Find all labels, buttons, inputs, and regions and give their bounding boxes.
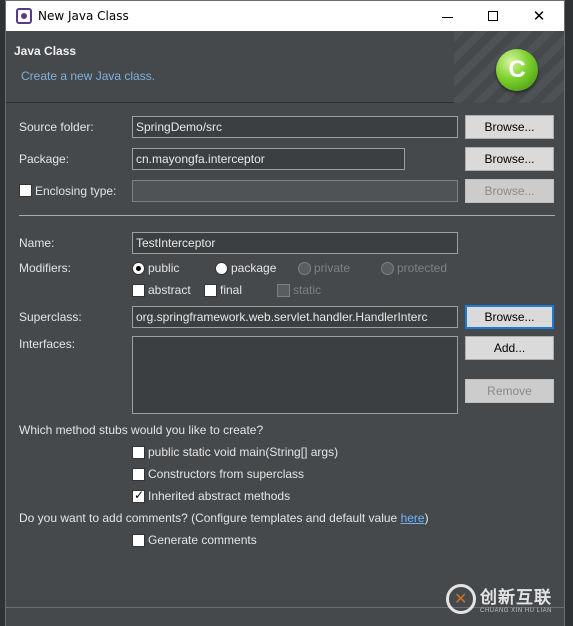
watermark-subtext: CHUANG XIN HU LIAN [480, 608, 553, 614]
interfaces-label: Interfaces: [19, 337, 76, 351]
package-field[interactable]: cn.mayongfa.interceptor [132, 148, 405, 170]
enclosing-type-browse-button[interactable]: Browse... [465, 179, 554, 203]
minimize-button[interactable] [424, 1, 470, 31]
add-interface-button[interactable]: Add... [465, 336, 554, 360]
source-folder-label: Source folder: [19, 120, 94, 134]
package-visibility-label: package [231, 261, 277, 275]
constructors-label: Constructors from superclass [148, 467, 305, 481]
source-folder-browse-button[interactable]: Browse... [465, 115, 554, 139]
new-java-class-dialog: New Java Class ✕ Java Class Create a new… [5, 0, 565, 626]
source-folder-field[interactable]: SpringDemo/src [132, 116, 458, 138]
main-method-checkbox[interactable] [132, 446, 145, 459]
generate-comments-checkbox[interactable] [132, 534, 145, 547]
private-radio[interactable] [298, 262, 311, 275]
main-method-label: public static void main(String[] args) [148, 445, 339, 459]
watermark-text: 创新互联 [480, 588, 552, 607]
watermark-logo-icon [446, 583, 476, 614]
package-label: Package: [19, 152, 70, 166]
abstract-label: abstract [148, 283, 191, 297]
title-bar: New Java Class ✕ [6, 1, 564, 31]
comments-question: Do you want to add comments? (Configure … [19, 511, 429, 525]
protected-radio[interactable] [381, 262, 394, 275]
final-label: final [220, 283, 243, 297]
private-label: private [314, 261, 351, 275]
static-checkbox[interactable] [277, 284, 290, 297]
inherited-methods-label: Inherited abstract methods [148, 489, 291, 503]
maximize-button[interactable] [470, 1, 516, 31]
package-radio[interactable] [215, 262, 228, 275]
inherited-methods-checkbox[interactable] [132, 488, 145, 503]
enclosing-type-label: Enclosing type: [35, 184, 117, 198]
final-checkbox[interactable] [204, 284, 217, 297]
enclosing-type-field[interactable] [132, 180, 458, 202]
remove-interface-button[interactable]: Remove [465, 379, 554, 403]
package-browse-button[interactable]: Browse... [465, 147, 554, 171]
protected-label: protected [397, 261, 448, 275]
maximize-icon [488, 11, 498, 21]
modifiers-label: Modifiers: [19, 261, 72, 275]
method-stubs-question: Which method stubs would you like to cre… [19, 423, 264, 437]
eclipse-app-icon [16, 8, 32, 24]
wizard-banner: Java Class Create a new Java class. C [6, 31, 564, 103]
separator [19, 215, 555, 216]
superclass-label: Superclass: [19, 310, 82, 324]
name-label: Name: [19, 236, 55, 250]
enclosing-type-checkbox[interactable] [19, 184, 32, 197]
java-class-icon: C [496, 49, 538, 91]
watermark: 创新互联 CHUANG XIN HU LIAN [446, 583, 552, 614]
name-field[interactable]: TestInterceptor [132, 232, 458, 254]
generate-comments-label: Generate comments [148, 533, 257, 547]
abstract-checkbox[interactable] [132, 284, 145, 297]
banner-description: Create a new Java class. [21, 69, 156, 83]
close-icon: ✕ [532, 8, 546, 25]
banner-title: Java Class [14, 44, 77, 58]
superclass-browse-button[interactable]: Browse... [465, 305, 554, 329]
minimize-icon [441, 16, 453, 18]
public-label: public [148, 261, 180, 275]
constructors-checkbox[interactable] [132, 468, 145, 481]
static-label: static [293, 283, 322, 297]
superclass-field[interactable]: org.springframework.web.servlet.handler.… [132, 306, 458, 328]
interfaces-list[interactable] [132, 336, 458, 414]
window-title: New Java Class [38, 9, 129, 23]
configure-templates-link[interactable]: here [401, 511, 425, 525]
close-button[interactable]: ✕ [516, 1, 562, 31]
public-radio[interactable] [132, 262, 145, 275]
